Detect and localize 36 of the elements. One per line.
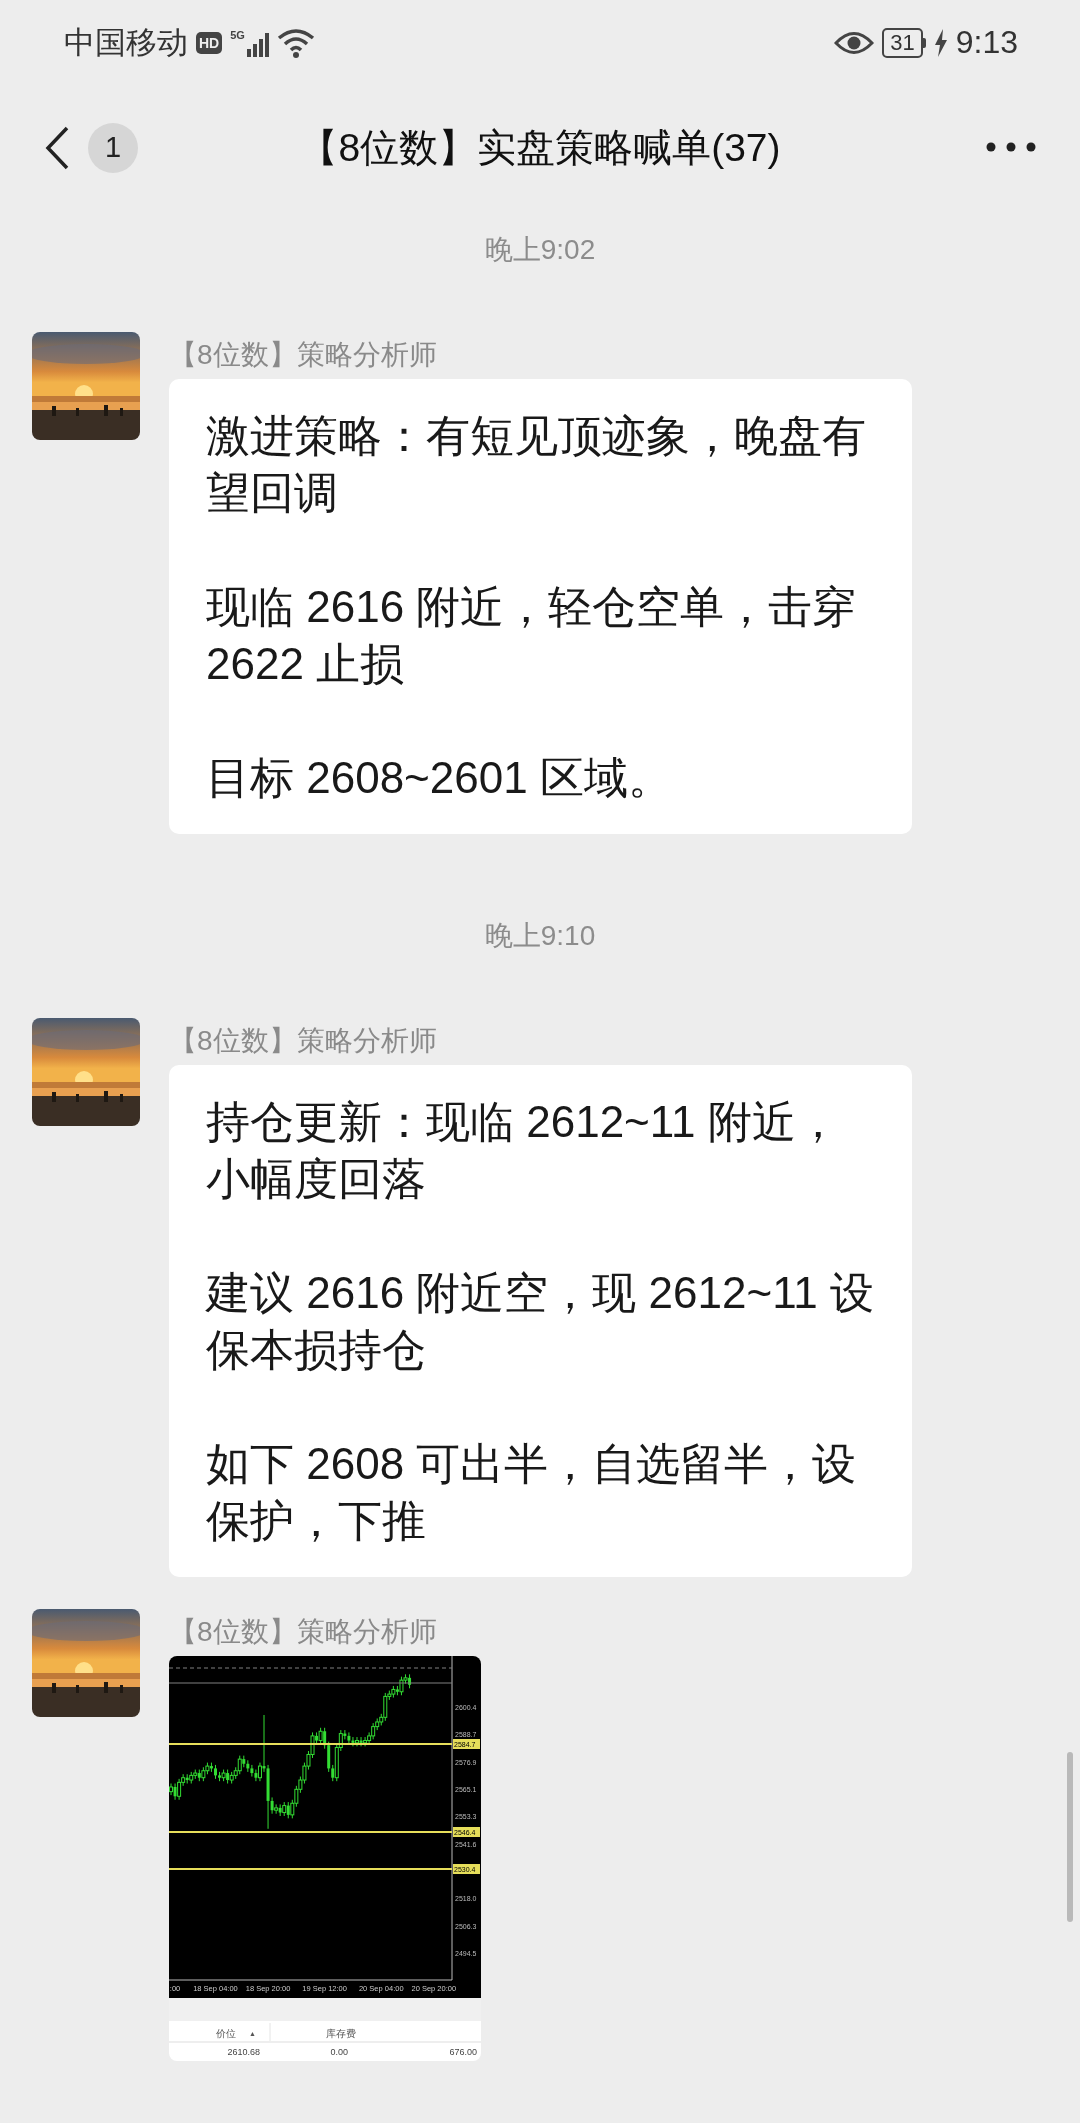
candlestick (347, 1731, 351, 1745)
message-text: 激进策略：有短见顶迹象，晚盘有望回调 (206, 410, 867, 519)
message-text: 现临 2616 附近，轻仓空单，击穿 2622 止损 (206, 581, 858, 690)
candlestick (254, 1769, 258, 1782)
candlestick (250, 1764, 254, 1778)
battery-icon: 31 (882, 27, 926, 58)
scrollbar[interactable] (1067, 1752, 1073, 1922)
sender-name: 【8位数】策略分析师 (169, 1615, 437, 1649)
candlestick (177, 1778, 182, 1801)
eye-icon (834, 29, 875, 56)
timestamp: 晚上9:10 (484, 919, 596, 953)
message-text: 如下 2608 可出半，自选留半，设保护，下推 (206, 1438, 858, 1547)
candlestick (237, 1755, 242, 1775)
wifi-icon (276, 27, 315, 58)
candlestick (327, 1741, 331, 1773)
timestamp: 晚上9:02 (484, 233, 596, 267)
message-text: 持仓更新：现临 2612~11 附近，小幅度回落 (206, 1096, 841, 1205)
chat-title: 【8位数】实盘策略喊单(37) (299, 124, 781, 171)
sender-name: 【8位数】策略分析师 (169, 338, 437, 372)
back-icon[interactable] (44, 125, 70, 170)
table-cell: 0.00 (330, 2047, 348, 2057)
message-text: 目标 2608~2601 区域。 (206, 752, 673, 804)
message-bubble[interactable]: 持仓更新：现临 2612~11 附近，小幅度回落 建议 2616 附近空，现 2612~11 设保本损持仓 如下 2608 可出半，自选留半，设保护，下推 (169, 1065, 912, 1577)
column-header[interactable]: 库存费 (326, 2028, 356, 2039)
charging-icon (933, 28, 948, 57)
table-cell: 2610.68 (227, 2047, 260, 2057)
carrier-name: 中国移动 (64, 23, 188, 62)
clock-time: 9:13 (955, 24, 1018, 61)
message-bubble[interactable]: 激进策略：有短见顶迹象，晚盘有望回调 现临 2616 附近，轻仓空单，击穿 2622 止损 目标 2608~2601 区域。 (169, 379, 912, 834)
unread-badge: 1 (88, 122, 138, 173)
message-text: 建议 2616 附近空，现 2612~11 设保本损持仓 (206, 1267, 875, 1376)
table-cell: 676.00 (449, 2047, 477, 2057)
column-header[interactable]: 价位 (216, 2028, 236, 2039)
hd-badge: HD (196, 31, 223, 54)
more-icon[interactable] (986, 142, 1036, 152)
sender-name: 【8位数】策略分析师 (169, 1024, 437, 1058)
